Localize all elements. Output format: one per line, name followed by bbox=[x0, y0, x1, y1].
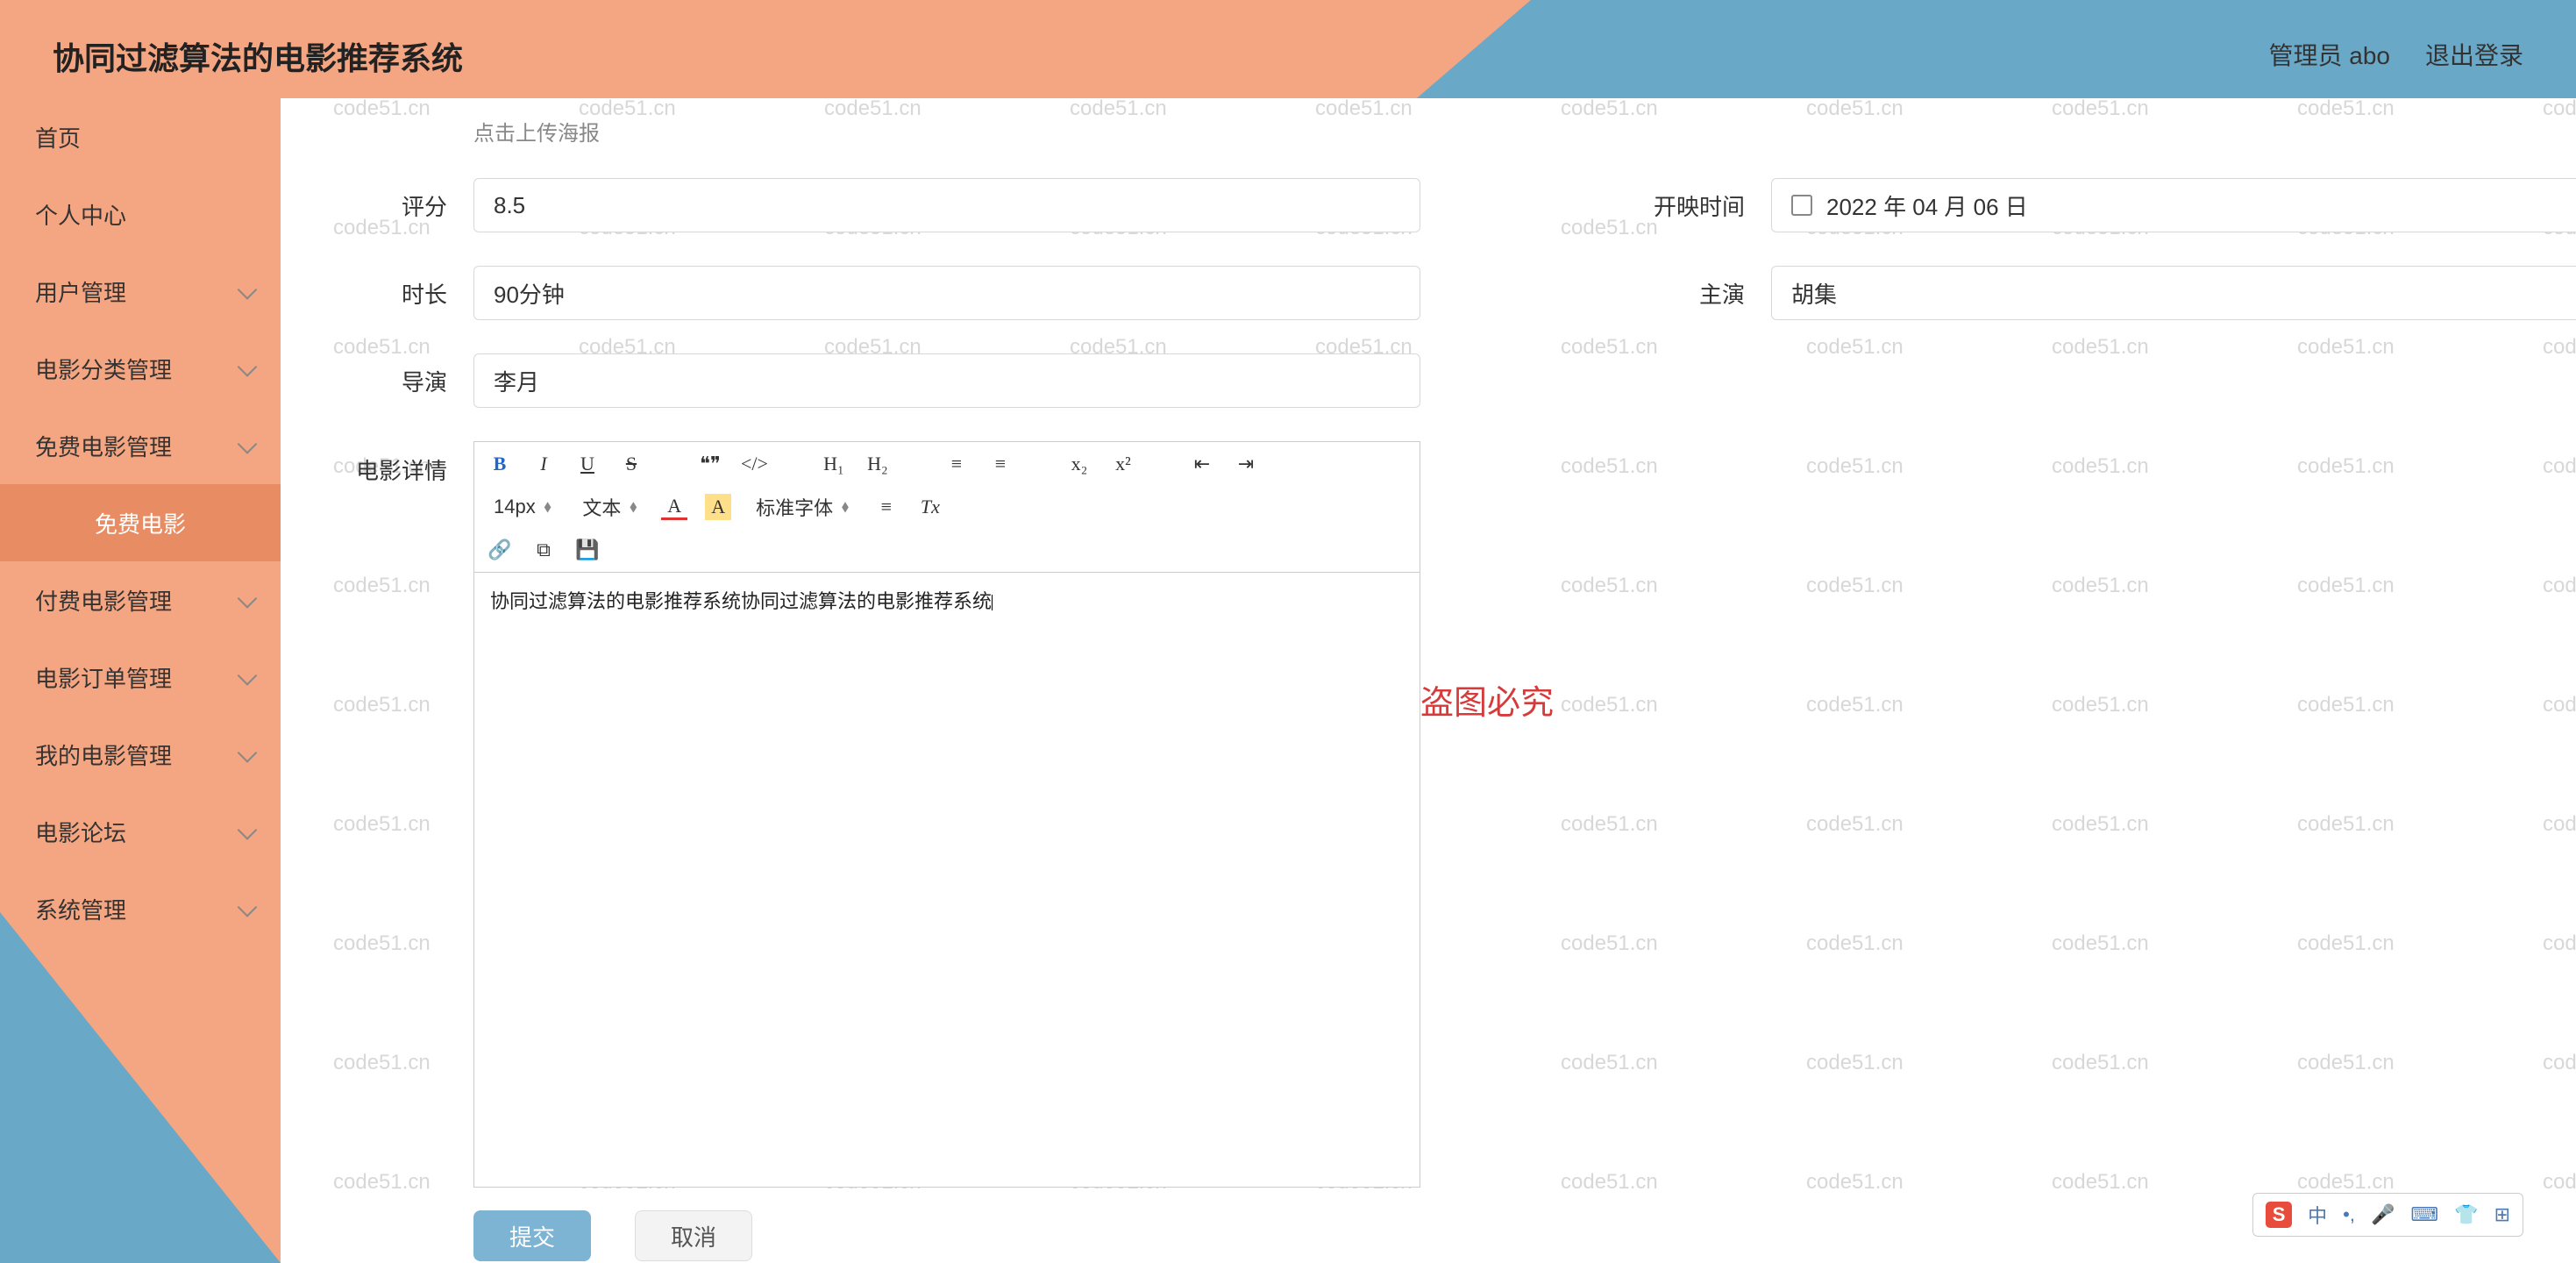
sidebar: 首页个人中心用户管理电影分类管理免费电影管理免费电影付费电影管理电影订单管理我的… bbox=[0, 98, 281, 1263]
label-director: 导演 bbox=[333, 365, 447, 397]
sidebar-item-0[interactable]: 首页 bbox=[0, 98, 281, 175]
sidebar-corner bbox=[0, 912, 281, 1263]
code-icon[interactable]: </> bbox=[741, 451, 768, 477]
sidebar-item-3[interactable]: 电影分类管理 bbox=[0, 330, 281, 407]
logout-link[interactable]: 退出登录 bbox=[2425, 37, 2523, 72]
bold-icon[interactable]: B bbox=[487, 451, 513, 477]
header-user-area: 管理员 abo 退出登录 bbox=[2268, 37, 2523, 72]
input-rating[interactable] bbox=[473, 178, 1420, 232]
ime-mic-icon[interactable]: 🎤 bbox=[2371, 1203, 2395, 1226]
quote-icon[interactable]: ❝❞ bbox=[697, 451, 723, 477]
link-icon[interactable]: 🔗 bbox=[487, 537, 513, 563]
release-date-text: 2022 年 04 月 06 日 bbox=[1826, 189, 2028, 222]
upload-poster-hint[interactable]: 点击上传海报 bbox=[473, 116, 2523, 146]
app-title: 协同过滤算法的电影推荐系统 bbox=[53, 33, 463, 79]
ime-punct-icon[interactable]: •, bbox=[2343, 1203, 2355, 1226]
submit-button[interactable]: 提交 bbox=[473, 1210, 591, 1261]
ime-keyboard-icon[interactable]: ⌨ bbox=[2410, 1203, 2438, 1226]
ime-menu-icon[interactable]: ⊞ bbox=[2494, 1203, 2510, 1226]
align-icon[interactable]: ≡ bbox=[873, 494, 900, 520]
ime-bar[interactable]: S 中 •, 🎤 ⌨ 👕 ⊞ bbox=[2252, 1193, 2523, 1237]
paragraph-style-select[interactable]: 文本 bbox=[575, 491, 644, 523]
sidebar-item-8[interactable]: 我的电影管理 bbox=[0, 716, 281, 793]
font-family-select[interactable]: 标准字体 bbox=[749, 491, 856, 523]
sidebar-item-9[interactable]: 电影论坛 bbox=[0, 793, 281, 870]
editor-toolbar: B I U S ❝❞ </> H₁ H₂ ≡ ≡ x₂ x² ⇤ ⇥ bbox=[474, 442, 1420, 573]
unordered-list-icon[interactable]: ≡ bbox=[987, 451, 1014, 477]
sidebar-item-5[interactable]: 免费电影 bbox=[0, 484, 281, 561]
admin-label[interactable]: 管理员 abo bbox=[2268, 37, 2390, 72]
clear-format-icon[interactable]: Tx bbox=[917, 494, 943, 520]
label-duration: 时长 bbox=[333, 277, 447, 310]
label-rating: 评分 bbox=[333, 189, 447, 222]
sidebar-item-7[interactable]: 电影订单管理 bbox=[0, 639, 281, 716]
superscript-icon[interactable]: x² bbox=[1110, 451, 1136, 477]
ordered-list-icon[interactable]: ≡ bbox=[943, 451, 970, 477]
image-icon[interactable]: ⧉ bbox=[530, 537, 557, 563]
sidebar-item-1[interactable]: 个人中心 bbox=[0, 175, 281, 253]
rich-text-editor: B I U S ❝❞ </> H₁ H₂ ≡ ≡ x₂ x² ⇤ ⇥ bbox=[473, 441, 1420, 1188]
h2-icon[interactable]: H₂ bbox=[865, 451, 891, 477]
calendar-icon bbox=[1791, 195, 1812, 216]
input-duration[interactable] bbox=[473, 266, 1420, 320]
header: 协同过滤算法的电影推荐系统 管理员 abo 退出登录 bbox=[0, 0, 2576, 98]
input-actor[interactable] bbox=[1771, 266, 2576, 320]
ime-skin-icon[interactable]: 👕 bbox=[2454, 1203, 2478, 1226]
sidebar-item-2[interactable]: 用户管理 bbox=[0, 253, 281, 330]
label-detail: 电影详情 bbox=[333, 453, 447, 1188]
sidebar-item-4[interactable]: 免费电影管理 bbox=[0, 407, 281, 484]
cancel-button[interactable]: 取消 bbox=[635, 1210, 752, 1261]
sidebar-item-10[interactable]: 系统管理 bbox=[0, 870, 281, 947]
editor-text: 协同过滤算法的电影推荐系统协同过滤算法的电影推荐系统 bbox=[490, 590, 992, 612]
h1-icon[interactable]: H₁ bbox=[821, 451, 847, 477]
subscript-icon[interactable]: x₂ bbox=[1066, 451, 1092, 477]
label-release: 开映时间 bbox=[1631, 189, 1745, 222]
save-icon[interactable]: 💾 bbox=[574, 537, 601, 563]
indent-icon[interactable]: ⇥ bbox=[1233, 451, 1259, 477]
strike-icon[interactable]: S bbox=[618, 451, 644, 477]
input-release-date[interactable]: 2022 年 04 月 06 日 bbox=[1771, 178, 2576, 232]
editor-content[interactable]: 协同过滤算法的电影推荐系统协同过滤算法的电影推荐系统 bbox=[474, 573, 1420, 1187]
font-size-select[interactable]: 14px bbox=[487, 494, 558, 520]
main-content: 点击上传海报 评分 开映时间 2022 年 04 月 06 日 时长 主演 导演 bbox=[281, 98, 2576, 1263]
font-color-icon[interactable]: A bbox=[661, 494, 687, 520]
input-director[interactable] bbox=[473, 353, 1420, 408]
italic-icon[interactable]: I bbox=[530, 451, 557, 477]
bg-color-icon[interactable]: A bbox=[705, 494, 731, 520]
label-actor: 主演 bbox=[1631, 277, 1745, 310]
ime-lang-icon[interactable]: 中 bbox=[2308, 1201, 2327, 1229]
underline-icon[interactable]: U bbox=[574, 451, 601, 477]
ime-logo-icon: S bbox=[2266, 1202, 2292, 1228]
outdent-icon[interactable]: ⇤ bbox=[1189, 451, 1215, 477]
sidebar-item-6[interactable]: 付费电影管理 bbox=[0, 561, 281, 639]
